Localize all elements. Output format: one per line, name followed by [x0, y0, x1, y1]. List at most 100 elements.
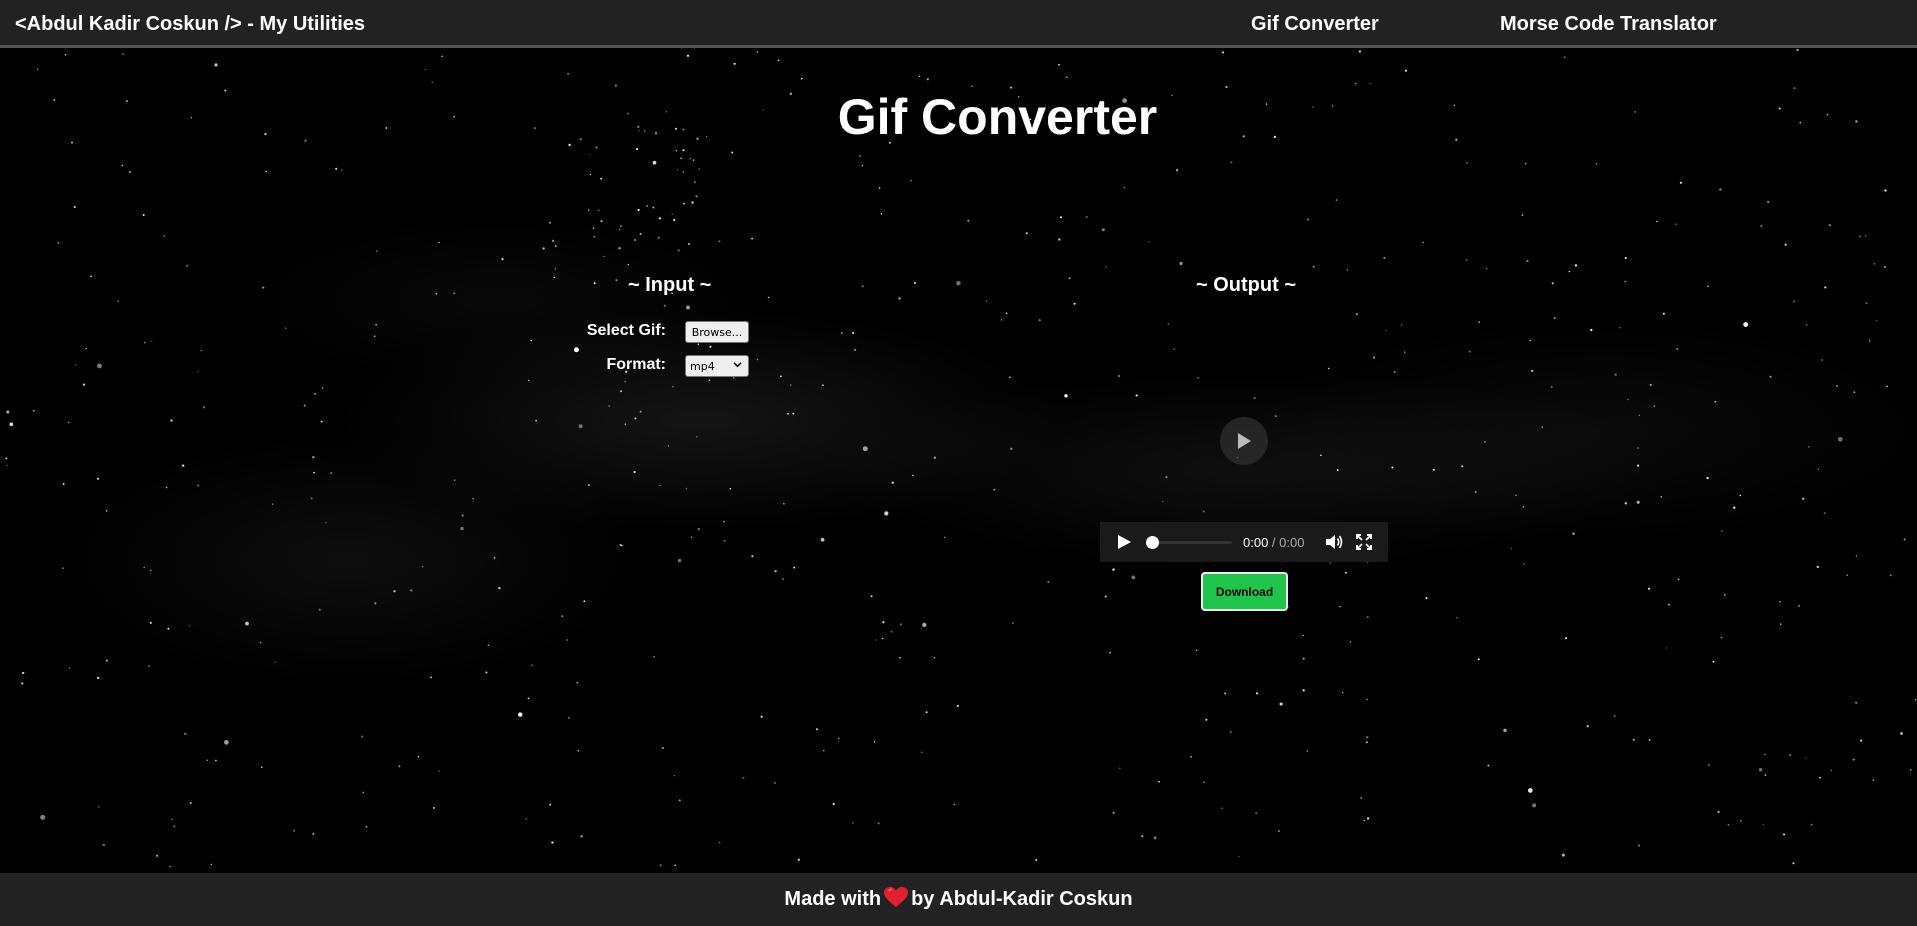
star — [210, 863, 213, 866]
star — [1158, 780, 1160, 783]
star — [548, 221, 552, 224]
star — [1656, 220, 1658, 223]
star — [677, 249, 680, 252]
star — [32, 409, 35, 412]
star — [1221, 807, 1223, 809]
star — [1197, 377, 1199, 379]
download-button[interactable]: Download — [1201, 572, 1288, 611]
star — [580, 835, 583, 838]
star — [330, 472, 332, 474]
star — [1740, 819, 1743, 823]
star — [1586, 725, 1589, 728]
star — [493, 557, 496, 559]
star — [635, 147, 639, 151]
star — [673, 218, 676, 221]
star — [1255, 692, 1259, 695]
star — [862, 446, 868, 452]
star — [551, 841, 554, 844]
star — [567, 72, 569, 75]
star — [1792, 862, 1795, 865]
star — [1724, 594, 1726, 596]
star — [899, 656, 901, 659]
star — [156, 854, 159, 857]
star — [1312, 265, 1315, 268]
star — [600, 220, 603, 223]
star — [690, 536, 693, 539]
star — [453, 292, 456, 295]
star — [554, 268, 556, 270]
star — [624, 380, 627, 383]
star — [624, 423, 627, 425]
star — [1627, 398, 1629, 401]
star — [1484, 441, 1486, 443]
star — [890, 630, 893, 633]
star — [767, 296, 770, 299]
star — [851, 822, 854, 824]
star — [1762, 823, 1765, 825]
video-overlay-play-button[interactable] — [1220, 417, 1268, 465]
star — [1404, 351, 1406, 353]
star — [832, 802, 835, 805]
star — [1085, 216, 1088, 219]
star — [1117, 374, 1121, 378]
nav-link-morse-code-translator[interactable]: Morse Code Translator — [1500, 13, 1717, 36]
volume-icon[interactable] — [1325, 534, 1343, 555]
star — [1012, 622, 1014, 624]
star — [797, 858, 800, 861]
star — [62, 567, 64, 569]
star — [1202, 510, 1205, 513]
star — [1679, 181, 1682, 184]
star — [197, 370, 199, 373]
star — [5, 457, 8, 460]
star — [884, 511, 889, 516]
star — [85, 348, 87, 350]
star — [501, 258, 504, 261]
star — [682, 202, 686, 205]
browse-file-button[interactable]: Browse... — [685, 321, 749, 343]
star — [1455, 616, 1458, 619]
star — [1662, 312, 1665, 315]
star — [1873, 262, 1876, 265]
format-label: Format: — [606, 356, 666, 373]
star — [1805, 323, 1808, 326]
star — [1229, 731, 1232, 733]
fullscreen-icon[interactable] — [1356, 534, 1372, 555]
star — [1109, 651, 1111, 654]
star — [633, 470, 636, 474]
brand-link[interactable]: <Abdul Kadir Coskun /> - My Utilities — [15, 13, 365, 36]
star — [74, 364, 77, 366]
star — [1915, 699, 1917, 701]
star — [1523, 563, 1525, 565]
star — [1400, 324, 1403, 326]
play-icon[interactable] — [1117, 534, 1132, 555]
format-select-value: mp4 — [690, 359, 715, 373]
star — [880, 213, 883, 215]
star — [517, 712, 523, 717]
chevron-down-icon — [733, 360, 742, 372]
seek-bar[interactable] — [1152, 541, 1232, 544]
star — [171, 818, 174, 821]
star — [1148, 241, 1150, 243]
star — [1474, 490, 1477, 494]
star — [1802, 497, 1805, 500]
star — [815, 728, 818, 731]
format-select[interactable]: mp4 — [685, 355, 749, 377]
nav-link-gif-converter[interactable]: Gif Converter — [1251, 13, 1379, 36]
star — [1769, 375, 1772, 378]
star — [1855, 555, 1858, 557]
time-display: 0:00 / 0:00 — [1243, 535, 1304, 550]
star — [1066, 76, 1068, 79]
star — [143, 341, 146, 344]
star — [652, 206, 655, 209]
seek-thumb[interactable] — [1146, 536, 1159, 549]
star — [595, 146, 598, 149]
star — [822, 384, 824, 387]
star — [840, 332, 843, 335]
star — [1836, 385, 1838, 387]
star — [1010, 447, 1013, 450]
star — [1425, 597, 1428, 599]
star — [551, 239, 555, 243]
star — [933, 656, 936, 659]
star — [197, 484, 200, 487]
star — [756, 358, 759, 361]
